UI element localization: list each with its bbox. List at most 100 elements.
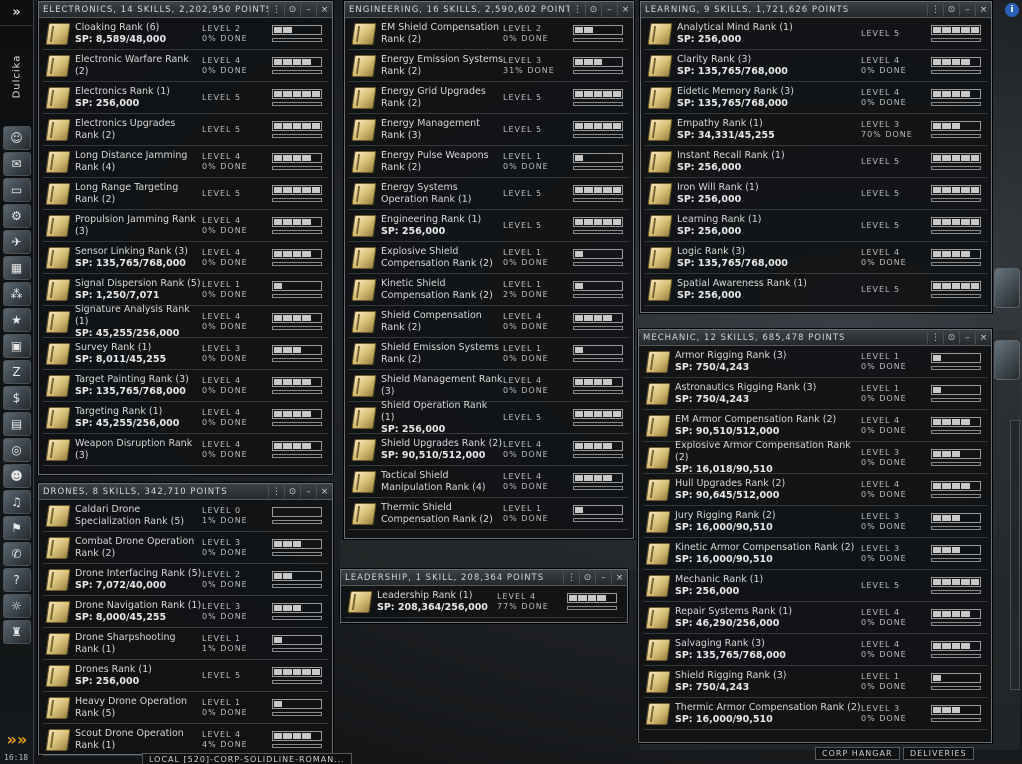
pin-icon[interactable]: ⋮ (563, 569, 579, 586)
skill-row[interactable]: Explosive Armor Compensation Rank (2) SP:… (643, 440, 987, 475)
skill-row[interactable]: Electronic Warfare Rank (2) LEVEL 4 0% DON… (43, 50, 328, 82)
info-icon[interactable]: i (1005, 3, 1019, 17)
skill-row[interactable]: Shield Management Rank (3) LEVEL 4 0% DONE (349, 370, 629, 402)
pin-icon[interactable]: ⋮ (569, 1, 585, 18)
neocom-expand-button[interactable]: » (0, 0, 33, 26)
skill-row[interactable]: Tactical Shield Manipulation Rank (4) LEV… (349, 466, 629, 498)
skill-row[interactable]: Armor Rigging Rank (3) SP: 750/4,243 LEVEL… (643, 346, 987, 378)
station-service-icon[interactable] (994, 340, 1020, 380)
skill-row[interactable]: Signal Dispersion Rank (5) SP: 1,250/7,07… (43, 274, 328, 306)
panel-header[interactable]: ELECTRONICS, 14 SKILLS, 2,202,950 POINTS… (39, 1, 332, 18)
close-button[interactable]: × (611, 569, 627, 586)
skill-row[interactable]: Clarity Rank (3) SP: 135,765/768,000 LEVEL… (645, 50, 987, 82)
panel-header[interactable]: MECHANIC, 12 SKILLS, 685,478 POINTS ⋮ ⊙ – × (639, 329, 991, 346)
skill-row[interactable]: Salvaging Rank (3) SP: 135,765/768,000 LEV… (643, 634, 987, 666)
local-chat-tab[interactable]: LOCAL [520]-CORP-SOLIDLINE-ROMAN... (142, 753, 352, 764)
skill-row[interactable]: Weapon Disruption Rank (3) LEVEL 4 0% DONE (43, 434, 328, 466)
skill-row[interactable]: Drone Sharpshooting Rank (1) LEVEL 1 1% DO… (43, 628, 328, 660)
inventory-icon[interactable]: ▣ (2, 334, 31, 358)
skill-row[interactable]: Target Painting Rank (3) SP: 135,765/768,… (43, 370, 328, 402)
minimize-button[interactable]: – (300, 483, 316, 500)
skill-row[interactable]: Electronics Rank (1) SP: 256,000 LEVEL 5 (43, 82, 328, 114)
skill-row[interactable]: Energy Grid Upgrades Rank (2) LEVEL 5 (349, 82, 629, 114)
skills-icon[interactable]: Z (2, 360, 31, 384)
corp-icon[interactable]: ✆ (2, 542, 31, 566)
minimize-button[interactable]: – (959, 1, 975, 18)
skill-row[interactable]: Long Range Targeting Rank (2) LEVEL 5 (43, 178, 328, 210)
corp-hangar-tab[interactable]: CORP HANGAR (815, 747, 900, 760)
journal-icon[interactable]: ♫ (2, 490, 31, 514)
assets-icon[interactable]: ▦ (2, 256, 31, 280)
options-icon[interactable]: ⊙ (585, 1, 601, 18)
skill-row[interactable]: Explosive Shield Compensation Rank (2) LE… (349, 242, 629, 274)
neocom-collapse-arrows-icon[interactable]: »» (2, 730, 32, 750)
minimize-button[interactable]: – (601, 1, 617, 18)
log-icon[interactable]: ♜ (2, 620, 31, 644)
skill-row[interactable]: Long Distance Jamming Rank (4) LEVEL 4 0% … (43, 146, 328, 178)
pin-icon[interactable]: ⋮ (268, 483, 284, 500)
character-icon[interactable]: ☺ (2, 126, 31, 150)
skill-row[interactable]: Survey Rank (1) SP: 8,011/45,255 LEVEL 3 0%… (43, 338, 328, 370)
options-icon[interactable]: ⊙ (579, 569, 595, 586)
map-icon[interactable]: ⁂ (2, 282, 31, 306)
skill-row[interactable]: Analytical Mind Rank (1) SP: 256,000 LEVEL… (645, 18, 987, 50)
skill-row[interactable]: Scout Drone Operation Rank (1) LEVEL 4 4% … (43, 724, 328, 756)
skill-row[interactable]: Propulsion Jamming Rank (3) LEVEL 4 0% DON… (43, 210, 328, 242)
skill-row[interactable]: Instant Recall Rank (1) SP: 256,000 LEVEL … (645, 146, 987, 178)
scrollbar[interactable] (1010, 420, 1020, 690)
skill-row[interactable]: EM Shield Compensation Rank (2) LEVEL 2 0%… (349, 18, 629, 50)
character-name[interactable]: Dulcika (0, 26, 33, 126)
chat-icon[interactable]: ? (2, 568, 31, 592)
skill-row[interactable]: Energy Pulse Weapons Rank (2) LEVEL 1 0% D… (349, 146, 629, 178)
skill-row[interactable]: Caldari Drone Specialization Rank (5) LEV… (43, 500, 328, 532)
help-icon[interactable]: ◎ (2, 438, 31, 462)
skill-row[interactable]: Spatial Awareness Rank (1) SP: 256,000 LEV… (645, 274, 987, 306)
skill-row[interactable]: Hull Upgrades Rank (2) SP: 90,645/512,000… (643, 474, 987, 506)
skill-row[interactable]: Astronautics Rigging Rank (3) SP: 750/4,2… (643, 378, 987, 410)
skill-row[interactable]: Repair Systems Rank (1) SP: 46,290/256,00… (643, 602, 987, 634)
skill-row[interactable]: Shield Compensation Rank (2) LEVEL 4 0% DO… (349, 306, 629, 338)
skill-row[interactable]: Kinetic Shield Compensation Rank (2) LEVE… (349, 274, 629, 306)
skill-row[interactable]: Drone Interfacing Rank (5) SP: 7,072/40,0… (43, 564, 328, 596)
skill-row[interactable]: Energy Emission Systems Rank (2) LEVEL 33… (349, 50, 629, 82)
skill-row[interactable]: Thermic Shield Compensation Rank (2) LEVE… (349, 498, 629, 530)
panel-header[interactable]: LEADERSHIP, 1 SKILL, 208,364 POINTS ⋮ ⊙ – × (341, 569, 627, 586)
skill-row[interactable]: Shield Operation Rank (1) SP: 256,000 LEVE… (349, 400, 629, 435)
skill-row[interactable]: Engineering Rank (1) SP: 256,000 LEVEL 5 (349, 210, 629, 242)
wallet-icon[interactable]: $ (2, 386, 31, 410)
skill-row[interactable]: Thermic Armor Compensation Rank (2) SP: 1… (643, 698, 987, 730)
skill-row[interactable]: Shield Rigging Rank (3) SP: 750/4,243 LEVE… (643, 666, 987, 698)
skill-row[interactable]: Drone Navigation Rank (1) SP: 8,000/45,25… (43, 596, 328, 628)
skill-row[interactable]: Energy Systems Operation Rank (1) LEVEL 5 (349, 178, 629, 210)
skill-row[interactable]: Empathy Rank (1) SP: 34,331/45,255 LEVEL 3… (645, 114, 987, 146)
skill-row[interactable]: Kinetic Armor Compensation Rank (2) SP: 1… (643, 538, 987, 570)
people-icon[interactable]: ☻ (2, 464, 31, 488)
close-button[interactable]: × (316, 483, 332, 500)
market-icon[interactable]: ⚙ (2, 204, 31, 228)
contracts-icon[interactable]: ☼ (2, 594, 31, 618)
calculator-icon[interactable]: ▤ (2, 412, 31, 436)
close-button[interactable]: × (316, 1, 332, 18)
skill-row[interactable]: Leadership Rank (1) SP: 208,364/256,000 LE… (345, 586, 623, 618)
options-icon[interactable]: ⊙ (284, 1, 300, 18)
skill-row[interactable]: Drones Rank (1) SP: 256,000 LEVEL 5 (43, 660, 328, 692)
skill-row[interactable]: Energy Management Rank (3) LEVEL 5 (349, 114, 629, 146)
mail-icon[interactable]: ✉ (2, 152, 31, 176)
skill-row[interactable]: Sensor Linking Rank (3) SP: 135,765/768,0… (43, 242, 328, 274)
skill-row[interactable]: Learning Rank (1) SP: 256,000 LEVEL 5 (645, 210, 987, 242)
panel-header[interactable]: DRONES, 8 SKILLS, 342,710 POINTS ⋮ ⊙ – × (39, 483, 332, 500)
options-icon[interactable]: ⊙ (943, 1, 959, 18)
minimize-button[interactable]: – (595, 569, 611, 586)
skill-row[interactable]: Heavy Drone Operation Rank (5) LEVEL 1 0% … (43, 692, 328, 724)
skill-row[interactable]: Cloaking Rank (6) SP: 8,589/48,000 LEVEL 2… (43, 18, 328, 50)
panel-header[interactable]: LEARNING, 9 SKILLS, 1,721,626 POINTS ⋮ ⊙ – × (641, 1, 991, 18)
station-service-icon[interactable] (994, 268, 1020, 308)
pin-icon[interactable]: ⋮ (927, 329, 943, 346)
starmap-icon[interactable]: ★ (2, 308, 31, 332)
deliveries-tab[interactable]: DELIVERIES (903, 747, 974, 760)
notepad-icon[interactable]: ▭ (2, 178, 31, 202)
pin-icon[interactable]: ⋮ (927, 1, 943, 18)
skill-row[interactable]: Targeting Rank (1) SP: 45,255/256,000 LEVE… (43, 402, 328, 434)
pin-icon[interactable]: ⋮ (268, 1, 284, 18)
minimize-button[interactable]: – (300, 1, 316, 18)
